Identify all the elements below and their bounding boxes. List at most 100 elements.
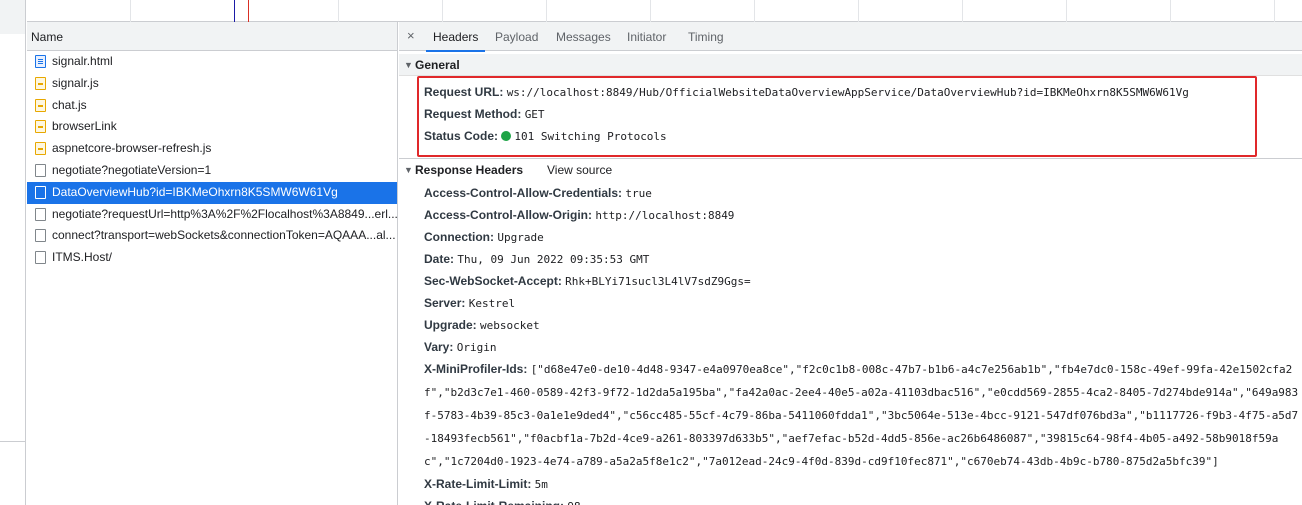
request-method-row: Request Method: GET [419, 103, 1255, 125]
header-value: true [625, 187, 652, 200]
status-dot-icon [501, 131, 512, 141]
header-value: Kestrel [468, 297, 516, 310]
file-icon [35, 207, 46, 221]
request-name: signalr.js [52, 75, 99, 90]
header-row: Sec-WebSocket-Accept: Rhk+BLYi71sucl3L4l… [424, 270, 1302, 292]
header-name: Date: [424, 252, 455, 266]
header-name: X-Rate-Limit-Limit: [424, 477, 532, 491]
header-name: Vary: [424, 340, 454, 354]
request-name: negotiate?negotiateVersion=1 [52, 162, 212, 177]
header-value: http://localhost:8849 [595, 209, 735, 222]
close-icon[interactable]: × [407, 28, 415, 44]
request-name: signalr.html [52, 54, 113, 68]
request-name: browserLink [52, 119, 117, 134]
header-name: X-MiniProfiler-Ids: [424, 362, 528, 376]
tab-payload[interactable]: Payload [495, 22, 538, 51]
file-icon [35, 163, 46, 177]
general-highlight-box: Request URL: ws://localhost:8849/Hub/Off… [417, 76, 1257, 157]
request-rows: signalr.html signalr.js chat.js browserLink… [27, 51, 397, 269]
document-icon [35, 55, 46, 68]
header-value: 98 [567, 500, 580, 505]
tab-messages[interactable]: Messages [556, 22, 611, 51]
header-row: X-Rate-Limit-Limit: 5m [424, 473, 1302, 495]
header-value: websocket [480, 319, 540, 332]
request-url-label: Request URL: [424, 85, 504, 99]
request-details-panel: × Headers Payload Messages Initiator Tim… [399, 22, 1302, 505]
timeline-gridline [858, 0, 859, 22]
header-value: 5m [534, 478, 548, 491]
header-row: Connection: Upgrade [424, 226, 1302, 248]
request-row[interactable]: ITMS.Host/ [27, 247, 397, 269]
timeline-gridline [130, 0, 131, 22]
timeline-gridline [1170, 0, 1171, 22]
timeline-gridline [338, 0, 339, 22]
dom-content-loaded-marker [234, 0, 235, 22]
timeline-gridline [1066, 0, 1067, 22]
header-value: Upgrade [497, 231, 544, 244]
response-headers-list: Access-Control-Allow-Credentials: true Ac… [399, 180, 1302, 505]
timeline-gridline [962, 0, 963, 22]
header-name: Access-Control-Allow-Credentials: [424, 186, 623, 200]
request-row[interactable]: DataOverviewHub?id=IBKMeOhxrn8K5SMW6W61V… [27, 181, 397, 204]
request-row[interactable]: signalr.js [27, 73, 397, 95]
header-name: X-Rate-Limit-Remaining: [424, 499, 564, 505]
request-row[interactable]: aspnetcore-browser-refresh.js [27, 138, 397, 160]
timeline-gridline [442, 0, 443, 22]
script-icon [35, 120, 46, 134]
header-row: Date: Thu, 09 Jun 2022 09:35:53 GMT [424, 248, 1302, 270]
request-row[interactable]: chat.js [27, 95, 397, 117]
request-name: chat.js [52, 97, 87, 112]
timeline-gridline [546, 0, 547, 22]
request-url-row: Request URL: ws://localhost:8849/Hub/Off… [419, 81, 1255, 103]
view-source-link[interactable]: View source [547, 159, 612, 181]
details-tabbar: × Headers Payload Messages Initiator Tim… [399, 22, 1302, 52]
header-row: Upgrade: websocket [424, 314, 1302, 336]
header-value: Thu, 09 Jun 2022 09:35:53 GMT [457, 253, 650, 266]
header-name: Upgrade: [424, 318, 477, 332]
response-headers-title: Response Headers [415, 163, 524, 177]
tab-timing[interactable]: Timing [688, 22, 724, 51]
timeline-gridline [650, 0, 651, 22]
left-panel-header [0, 0, 25, 34]
request-name: negotiate?requestUrl=http%3A%2F%2Flocalh… [52, 206, 397, 221]
header-value: ["d68e47e0-de10-4d48-9347-e4a0970ea8ce",… [424, 363, 1299, 468]
header-value: Rhk+BLYi71sucl3L4lV7sdZ9Ggs= [565, 275, 751, 288]
status-code-label: Status Code: [424, 129, 499, 143]
request-list: Name signalr.html signalr.js chat.js browse… [27, 22, 398, 505]
status-code-value: 101 Switching Protocols [514, 130, 667, 143]
load-event-marker [248, 0, 249, 22]
header-row-miniprofiler: X-MiniProfiler-Ids: ["d68e47e0-de10-4d48… [424, 358, 1299, 473]
request-row[interactable]: browserLink [27, 116, 397, 138]
tab-headers[interactable]: Headers [425, 22, 486, 52]
general-section-header[interactable]: ▼ General [399, 54, 1302, 76]
timeline-gridline [1274, 0, 1275, 22]
request-row[interactable]: signalr.html [27, 51, 397, 73]
request-name: connect?transport=webSockets&connectionT… [52, 228, 396, 243]
file-icon [35, 185, 46, 199]
tab-initiator[interactable]: Initiator [627, 22, 666, 51]
request-method-label: Request Method: [424, 107, 522, 121]
request-row[interactable]: negotiate?negotiateVersion=1 [27, 160, 397, 182]
file-icon [35, 229, 46, 243]
left-panel-divider [0, 441, 25, 442]
general-section-title: General [415, 58, 460, 72]
header-name: Access-Control-Allow-Origin: [424, 208, 593, 222]
request-row[interactable]: connect?transport=webSockets&connectionT… [27, 225, 397, 247]
header-name: Connection: [424, 230, 494, 244]
network-timeline-overview[interactable] [27, 0, 1302, 22]
timeline-gridline [754, 0, 755, 22]
script-icon [35, 142, 46, 156]
caret-down-icon: ▼ [404, 60, 413, 70]
response-headers-section-header[interactable]: ▼ Response Headers View source [399, 158, 1302, 180]
header-row: Access-Control-Allow-Origin: http://loca… [424, 204, 1302, 226]
script-icon [35, 76, 46, 90]
header-row: Vary: Origin [424, 336, 1302, 358]
header-row: X-Rate-Limit-Remaining: 98 [424, 495, 1302, 505]
request-row[interactable]: negotiate?requestUrl=http%3A%2F%2Flocalh… [27, 204, 397, 226]
left-panel-strip [0, 0, 26, 505]
header-row: Access-Control-Allow-Credentials: true [424, 182, 1302, 204]
request-method-value: GET [524, 108, 545, 121]
header-row: Server: Kestrel [424, 292, 1302, 314]
name-column-header[interactable]: Name [27, 22, 397, 51]
request-name: aspnetcore-browser-refresh.js [52, 141, 212, 156]
